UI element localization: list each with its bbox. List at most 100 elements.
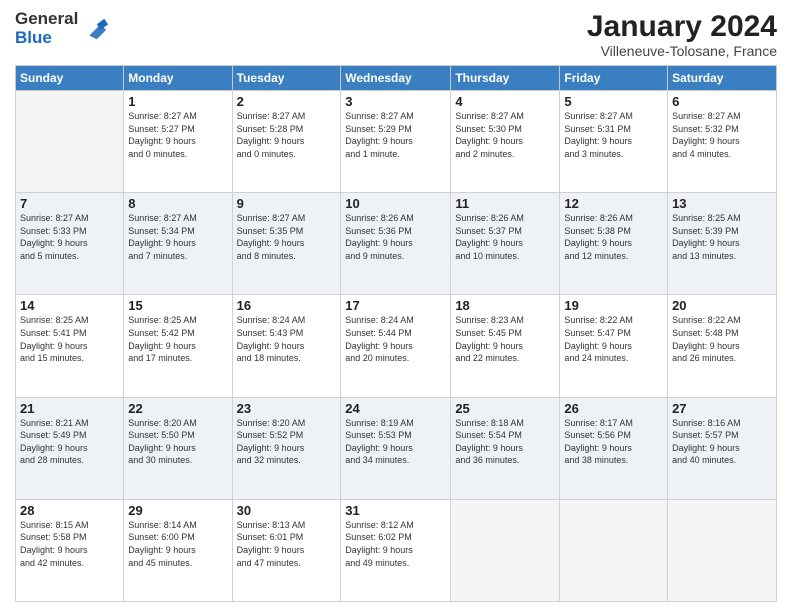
day-info: Sunrise: 8:24 AM Sunset: 5:44 PM Dayligh…	[345, 314, 446, 364]
calendar-cell: 26Sunrise: 8:17 AM Sunset: 5:56 PM Dayli…	[560, 397, 668, 499]
calendar-cell: 18Sunrise: 8:23 AM Sunset: 5:45 PM Dayli…	[451, 295, 560, 397]
calendar-cell: 7Sunrise: 8:27 AM Sunset: 5:33 PM Daylig…	[16, 193, 124, 295]
day-info: Sunrise: 8:23 AM Sunset: 5:45 PM Dayligh…	[455, 314, 555, 364]
day-info: Sunrise: 8:27 AM Sunset: 5:31 PM Dayligh…	[564, 110, 663, 160]
day-number: 14	[20, 298, 119, 313]
calendar-table: Sunday Monday Tuesday Wednesday Thursday…	[15, 65, 777, 602]
calendar-cell: 23Sunrise: 8:20 AM Sunset: 5:52 PM Dayli…	[232, 397, 341, 499]
calendar-cell	[16, 91, 124, 193]
day-info: Sunrise: 8:18 AM Sunset: 5:54 PM Dayligh…	[455, 417, 555, 467]
title-block: January 2024 Villeneuve-Tolosane, France	[587, 10, 777, 59]
calendar-cell: 21Sunrise: 8:21 AM Sunset: 5:49 PM Dayli…	[16, 397, 124, 499]
day-info: Sunrise: 8:22 AM Sunset: 5:47 PM Dayligh…	[564, 314, 663, 364]
calendar-cell: 25Sunrise: 8:18 AM Sunset: 5:54 PM Dayli…	[451, 397, 560, 499]
day-info: Sunrise: 8:20 AM Sunset: 5:52 PM Dayligh…	[237, 417, 337, 467]
day-number: 7	[20, 196, 119, 211]
calendar-cell: 5Sunrise: 8:27 AM Sunset: 5:31 PM Daylig…	[560, 91, 668, 193]
calendar-cell: 27Sunrise: 8:16 AM Sunset: 5:57 PM Dayli…	[668, 397, 777, 499]
day-info: Sunrise: 8:21 AM Sunset: 5:49 PM Dayligh…	[20, 417, 119, 467]
day-number: 2	[237, 94, 337, 109]
day-number: 13	[672, 196, 772, 211]
weekday-header-row: Sunday Monday Tuesday Wednesday Thursday…	[16, 66, 777, 91]
day-number: 19	[564, 298, 663, 313]
day-number: 29	[128, 503, 227, 518]
calendar-week-3: 21Sunrise: 8:21 AM Sunset: 5:49 PM Dayli…	[16, 397, 777, 499]
day-number: 27	[672, 401, 772, 416]
calendar-cell: 10Sunrise: 8:26 AM Sunset: 5:36 PM Dayli…	[341, 193, 451, 295]
logo-icon	[80, 15, 108, 43]
day-number: 26	[564, 401, 663, 416]
header: General Blue January 2024 Villeneuve-Tol…	[15, 10, 777, 59]
day-info: Sunrise: 8:26 AM Sunset: 5:37 PM Dayligh…	[455, 212, 555, 262]
calendar-week-0: 1Sunrise: 8:27 AM Sunset: 5:27 PM Daylig…	[16, 91, 777, 193]
calendar-cell: 15Sunrise: 8:25 AM Sunset: 5:42 PM Dayli…	[124, 295, 232, 397]
day-info: Sunrise: 8:16 AM Sunset: 5:57 PM Dayligh…	[672, 417, 772, 467]
calendar-cell	[560, 499, 668, 601]
page: General Blue January 2024 Villeneuve-Tol…	[0, 0, 792, 612]
calendar-cell: 22Sunrise: 8:20 AM Sunset: 5:50 PM Dayli…	[124, 397, 232, 499]
day-info: Sunrise: 8:25 AM Sunset: 5:39 PM Dayligh…	[672, 212, 772, 262]
day-info: Sunrise: 8:13 AM Sunset: 6:01 PM Dayligh…	[237, 519, 337, 569]
day-info: Sunrise: 8:27 AM Sunset: 5:27 PM Dayligh…	[128, 110, 227, 160]
day-info: Sunrise: 8:26 AM Sunset: 5:36 PM Dayligh…	[345, 212, 446, 262]
day-info: Sunrise: 8:25 AM Sunset: 5:41 PM Dayligh…	[20, 314, 119, 364]
calendar-week-2: 14Sunrise: 8:25 AM Sunset: 5:41 PM Dayli…	[16, 295, 777, 397]
day-info: Sunrise: 8:27 AM Sunset: 5:30 PM Dayligh…	[455, 110, 555, 160]
day-info: Sunrise: 8:26 AM Sunset: 5:38 PM Dayligh…	[564, 212, 663, 262]
day-number: 25	[455, 401, 555, 416]
calendar-cell: 12Sunrise: 8:26 AM Sunset: 5:38 PM Dayli…	[560, 193, 668, 295]
calendar-cell: 9Sunrise: 8:27 AM Sunset: 5:35 PM Daylig…	[232, 193, 341, 295]
day-info: Sunrise: 8:27 AM Sunset: 5:32 PM Dayligh…	[672, 110, 772, 160]
day-info: Sunrise: 8:15 AM Sunset: 5:58 PM Dayligh…	[20, 519, 119, 569]
day-number: 24	[345, 401, 446, 416]
calendar-cell: 30Sunrise: 8:13 AM Sunset: 6:01 PM Dayli…	[232, 499, 341, 601]
calendar-week-4: 28Sunrise: 8:15 AM Sunset: 5:58 PM Dayli…	[16, 499, 777, 601]
day-info: Sunrise: 8:19 AM Sunset: 5:53 PM Dayligh…	[345, 417, 446, 467]
day-number: 28	[20, 503, 119, 518]
day-number: 22	[128, 401, 227, 416]
calendar-cell: 24Sunrise: 8:19 AM Sunset: 5:53 PM Dayli…	[341, 397, 451, 499]
calendar-cell: 17Sunrise: 8:24 AM Sunset: 5:44 PM Dayli…	[341, 295, 451, 397]
day-info: Sunrise: 8:25 AM Sunset: 5:42 PM Dayligh…	[128, 314, 227, 364]
calendar-cell: 11Sunrise: 8:26 AM Sunset: 5:37 PM Dayli…	[451, 193, 560, 295]
calendar-cell: 28Sunrise: 8:15 AM Sunset: 5:58 PM Dayli…	[16, 499, 124, 601]
day-number: 4	[455, 94, 555, 109]
day-number: 10	[345, 196, 446, 211]
day-number: 9	[237, 196, 337, 211]
header-tuesday: Tuesday	[232, 66, 341, 91]
header-friday: Friday	[560, 66, 668, 91]
calendar-cell: 1Sunrise: 8:27 AM Sunset: 5:27 PM Daylig…	[124, 91, 232, 193]
logo: General Blue	[15, 10, 108, 47]
day-number: 20	[672, 298, 772, 313]
calendar-cell: 4Sunrise: 8:27 AM Sunset: 5:30 PM Daylig…	[451, 91, 560, 193]
logo-general: General	[15, 10, 78, 29]
calendar-cell: 14Sunrise: 8:25 AM Sunset: 5:41 PM Dayli…	[16, 295, 124, 397]
day-number: 18	[455, 298, 555, 313]
day-number: 6	[672, 94, 772, 109]
calendar-cell: 19Sunrise: 8:22 AM Sunset: 5:47 PM Dayli…	[560, 295, 668, 397]
calendar-cell: 8Sunrise: 8:27 AM Sunset: 5:34 PM Daylig…	[124, 193, 232, 295]
day-number: 11	[455, 196, 555, 211]
day-info: Sunrise: 8:22 AM Sunset: 5:48 PM Dayligh…	[672, 314, 772, 364]
day-number: 8	[128, 196, 227, 211]
day-info: Sunrise: 8:27 AM Sunset: 5:34 PM Dayligh…	[128, 212, 227, 262]
calendar-cell	[668, 499, 777, 601]
day-number: 1	[128, 94, 227, 109]
day-number: 15	[128, 298, 227, 313]
header-wednesday: Wednesday	[341, 66, 451, 91]
calendar-cell	[451, 499, 560, 601]
header-saturday: Saturday	[668, 66, 777, 91]
calendar-cell: 16Sunrise: 8:24 AM Sunset: 5:43 PM Dayli…	[232, 295, 341, 397]
calendar-cell: 20Sunrise: 8:22 AM Sunset: 5:48 PM Dayli…	[668, 295, 777, 397]
day-info: Sunrise: 8:27 AM Sunset: 5:29 PM Dayligh…	[345, 110, 446, 160]
day-info: Sunrise: 8:24 AM Sunset: 5:43 PM Dayligh…	[237, 314, 337, 364]
day-info: Sunrise: 8:27 AM Sunset: 5:28 PM Dayligh…	[237, 110, 337, 160]
calendar-cell: 3Sunrise: 8:27 AM Sunset: 5:29 PM Daylig…	[341, 91, 451, 193]
calendar-cell: 13Sunrise: 8:25 AM Sunset: 5:39 PM Dayli…	[668, 193, 777, 295]
day-info: Sunrise: 8:17 AM Sunset: 5:56 PM Dayligh…	[564, 417, 663, 467]
header-sunday: Sunday	[16, 66, 124, 91]
month-title: January 2024	[587, 10, 777, 43]
day-number: 30	[237, 503, 337, 518]
header-monday: Monday	[124, 66, 232, 91]
location: Villeneuve-Tolosane, France	[587, 43, 777, 59]
